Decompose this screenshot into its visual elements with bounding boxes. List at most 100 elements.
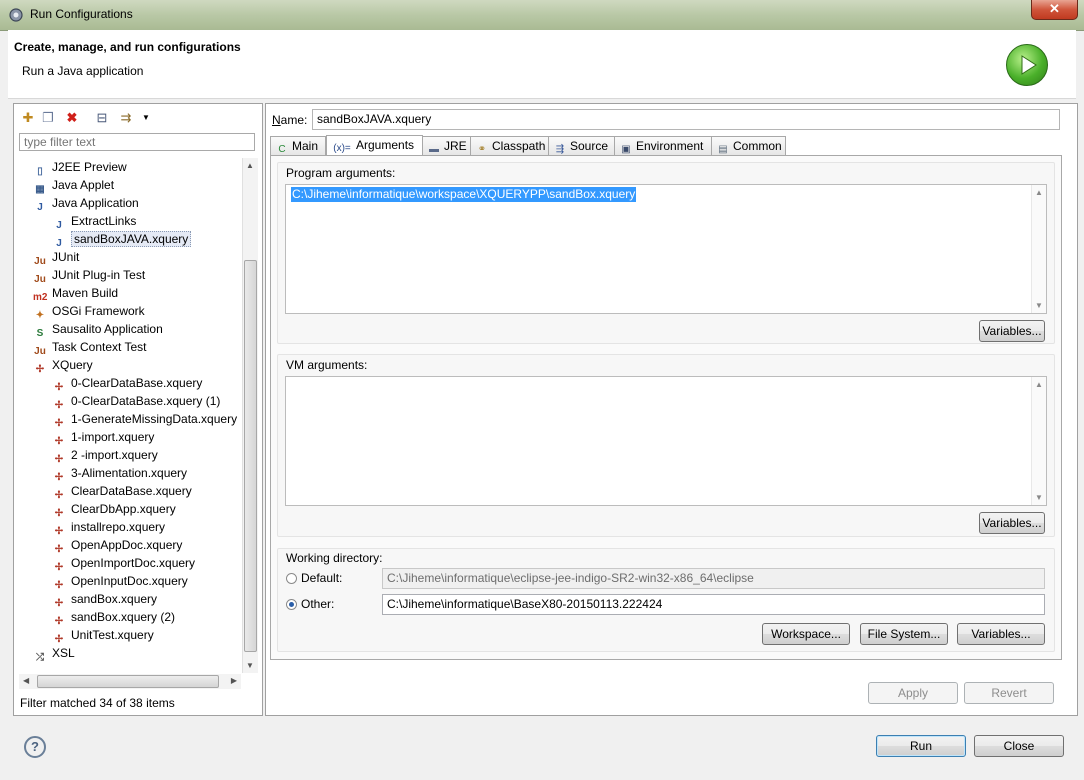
window-title: Run Configurations — [30, 7, 133, 21]
scroll-right-icon[interactable]: ▶ — [231, 676, 237, 685]
tab-label: JRE — [444, 139, 467, 153]
tree-item-label: sandBox.xquery (2) — [71, 610, 176, 624]
duplicate-configuration-icon[interactable]: ❐ — [40, 110, 56, 126]
configuration-editor-panel: Name: sandBoxJAVA.xquery C Main (x)= Argume… — [265, 103, 1078, 716]
window-close-button[interactable]: ✕ — [1031, 0, 1078, 20]
tab-classpath[interactable]: ⚭ Classpath — [470, 136, 549, 155]
help-icon[interactable]: ? — [24, 736, 46, 758]
tree-item[interactable]: J Java Application — [33, 194, 139, 213]
tree-item[interactable]: ✢ 0-ClearDataBase.xquery — [52, 374, 203, 393]
tree-item[interactable]: ✢ ClearDataBase.xquery — [52, 482, 192, 501]
tab-arguments[interactable]: (x)= Arguments — [326, 135, 423, 156]
filter-input[interactable] — [19, 133, 255, 151]
tree-item[interactable]: ✢ OpenImportDoc.xquery — [52, 554, 195, 573]
tab-label: Arguments — [356, 138, 415, 152]
workspace-button[interactable]: Workspace... — [762, 623, 850, 645]
program-arguments-textarea[interactable]: C:\Jiheme\informatique\workspace\XQUERYP… — [285, 184, 1047, 314]
tree-item[interactable]: ▯ J2EE Preview — [33, 158, 126, 177]
tree-item-label: sandBox.xquery — [71, 592, 158, 606]
tree-item[interactable]: ✢ installrepo.xquery — [52, 518, 166, 537]
other-directory-field[interactable]: C:\Jiheme\informatique\BaseX80-20150113.… — [382, 594, 1045, 615]
tree-hscroll-thumb[interactable] — [37, 675, 219, 688]
tree-item[interactable]: ✢ OpenAppDoc.xquery — [52, 536, 183, 555]
tree-item[interactable]: m2 Maven Build — [33, 284, 118, 303]
default-radio[interactable] — [286, 573, 297, 584]
tree-item[interactable]: ✢ ClearDbApp.xquery — [52, 500, 176, 519]
run-config-gear-icon — [9, 8, 23, 22]
scroll-left-icon[interactable]: ◀ — [23, 676, 29, 685]
revert-button[interactable]: Revert — [964, 682, 1054, 704]
tree-scroll-thumb[interactable] — [244, 260, 257, 652]
tree-item-label: 1-GenerateMissingData.xquery — [71, 412, 238, 426]
tree-item[interactable]: ✢ 3-Alimentation.xquery — [52, 464, 188, 483]
tree-item-label: installrepo.xquery — [71, 520, 166, 534]
vm-arguments-group: VM arguments: ▲ ▼ Variables... — [277, 354, 1055, 537]
java-application-icon: J — [37, 202, 43, 213]
tree-item[interactable]: ✢ 2 -import.xquery — [52, 446, 158, 465]
xquery-icon: ✢ — [35, 364, 45, 375]
apply-button[interactable]: Apply — [868, 682, 958, 704]
tree-item[interactable]: Ju Task Context Test — [33, 338, 146, 357]
arguments-tab-icon: (x)= — [333, 143, 351, 154]
tree-item[interactable]: ✢ XQuery — [33, 356, 93, 375]
close-button[interactable]: Close — [974, 735, 1064, 757]
program-args-scrollbar[interactable]: ▲ ▼ — [1031, 185, 1046, 313]
delete-configuration-icon[interactable]: ✖ — [64, 110, 80, 126]
program-arguments-value: C:\Jiheme\informatique\workspace\XQUERYP… — [291, 187, 637, 202]
new-configuration-icon[interactable]: ✚ — [20, 110, 36, 126]
vm-arguments-variables-button[interactable]: Variables... — [979, 512, 1045, 534]
tab-label: Source — [570, 139, 609, 153]
scroll-down-icon[interactable]: ▼ — [246, 661, 254, 670]
tree-item-label: 3-Alimentation.xquery — [71, 466, 188, 480]
tree-vertical-scrollbar[interactable]: ▲ ▼ — [242, 158, 258, 673]
tab-main[interactable]: C Main — [270, 136, 326, 155]
name-label: Name: — [272, 113, 308, 127]
tree-item-label: OpenAppDoc.xquery — [71, 538, 183, 552]
tab-common[interactable]: ▤ Common — [711, 136, 786, 155]
header-subtitle: Run a Java application — [22, 64, 144, 78]
tree-item[interactable]: ✢ UnitTest.xquery — [52, 626, 154, 645]
name-field[interactable]: sandBoxJAVA.xquery — [312, 109, 1060, 130]
tree-item-label: ExtractLinks — [71, 214, 137, 228]
dialog-header: Create, manage, and run configurations R… — [8, 30, 1076, 99]
arguments-tab-panel: Program arguments: C:\Jiheme\informatiqu… — [270, 155, 1062, 660]
scroll-up-icon[interactable]: ▲ — [246, 161, 254, 170]
configuration-tree: ▯ J2EE Preview ▦ Java Applet J Java Applicati… — [19, 158, 241, 673]
tree-item[interactable]: ✦ OSGi Framework — [33, 302, 145, 321]
tree-item[interactable]: J ExtractLinks — [52, 212, 137, 231]
tree-item[interactable]: JsandBoxJAVA.xquery — [52, 230, 192, 249]
tree-item[interactable]: ✢ 1-GenerateMissingData.xquery — [52, 410, 238, 429]
tree-item-label: OpenInputDoc.xquery — [71, 574, 188, 588]
working-dir-variables-button[interactable]: Variables... — [957, 623, 1045, 645]
filter-configurations-icon[interactable]: ⇉ — [118, 110, 134, 126]
default-label: Default: — [301, 571, 343, 585]
view-menu-chevron-down-icon[interactable]: ▼ — [138, 110, 154, 126]
tab-jre[interactable]: ▬ JRE — [422, 136, 471, 155]
tree-item-label: 0-ClearDataBase.xquery (1) — [71, 394, 221, 408]
program-arguments-variables-button[interactable]: Variables... — [979, 320, 1045, 342]
run-button[interactable]: Run — [876, 735, 966, 757]
vm-args-scrollbar[interactable]: ▲ ▼ — [1031, 377, 1046, 505]
tree-item[interactable]: ⤮ XSL — [33, 644, 75, 663]
tree-item[interactable]: S Sausalito Application — [33, 320, 163, 339]
vm-arguments-textarea[interactable]: ▲ ▼ — [285, 376, 1047, 506]
tree-item[interactable]: ▦ Java Applet — [33, 176, 114, 195]
tab-environment[interactable]: ▣ Environment — [614, 136, 712, 155]
tree-horizontal-scrollbar[interactable]: ◀ ▶ — [19, 674, 241, 689]
tree-item[interactable]: ✢ sandBox.xquery — [52, 590, 158, 609]
file-system-button[interactable]: File System... — [860, 623, 948, 645]
other-radio[interactable] — [286, 599, 297, 610]
tree-item-label: 2 -import.xquery — [71, 448, 158, 462]
tree-item[interactable]: ✢ 0-ClearDataBase.xquery (1) — [52, 392, 221, 411]
tree-item[interactable]: ✢ sandBox.xquery (2) — [52, 608, 176, 627]
tree-item[interactable]: ✢ OpenInputDoc.xquery — [52, 572, 188, 591]
tab-source[interactable]: ⇶ Source — [548, 136, 615, 155]
tree-item[interactable]: ✢ 1-import.xquery — [52, 428, 155, 447]
tab-label: Classpath — [492, 139, 546, 153]
tree-item[interactable]: Ju JUnit Plug-in Test — [33, 266, 145, 285]
collapse-all-icon[interactable]: ⊟ — [94, 110, 110, 126]
other-label: Other: — [301, 597, 335, 611]
tree-item[interactable]: Ju JUnit — [33, 248, 79, 267]
title-bar: Run Configurations ✕ — [0, 0, 1084, 31]
tree-item-label: ClearDbApp.xquery — [71, 502, 176, 516]
